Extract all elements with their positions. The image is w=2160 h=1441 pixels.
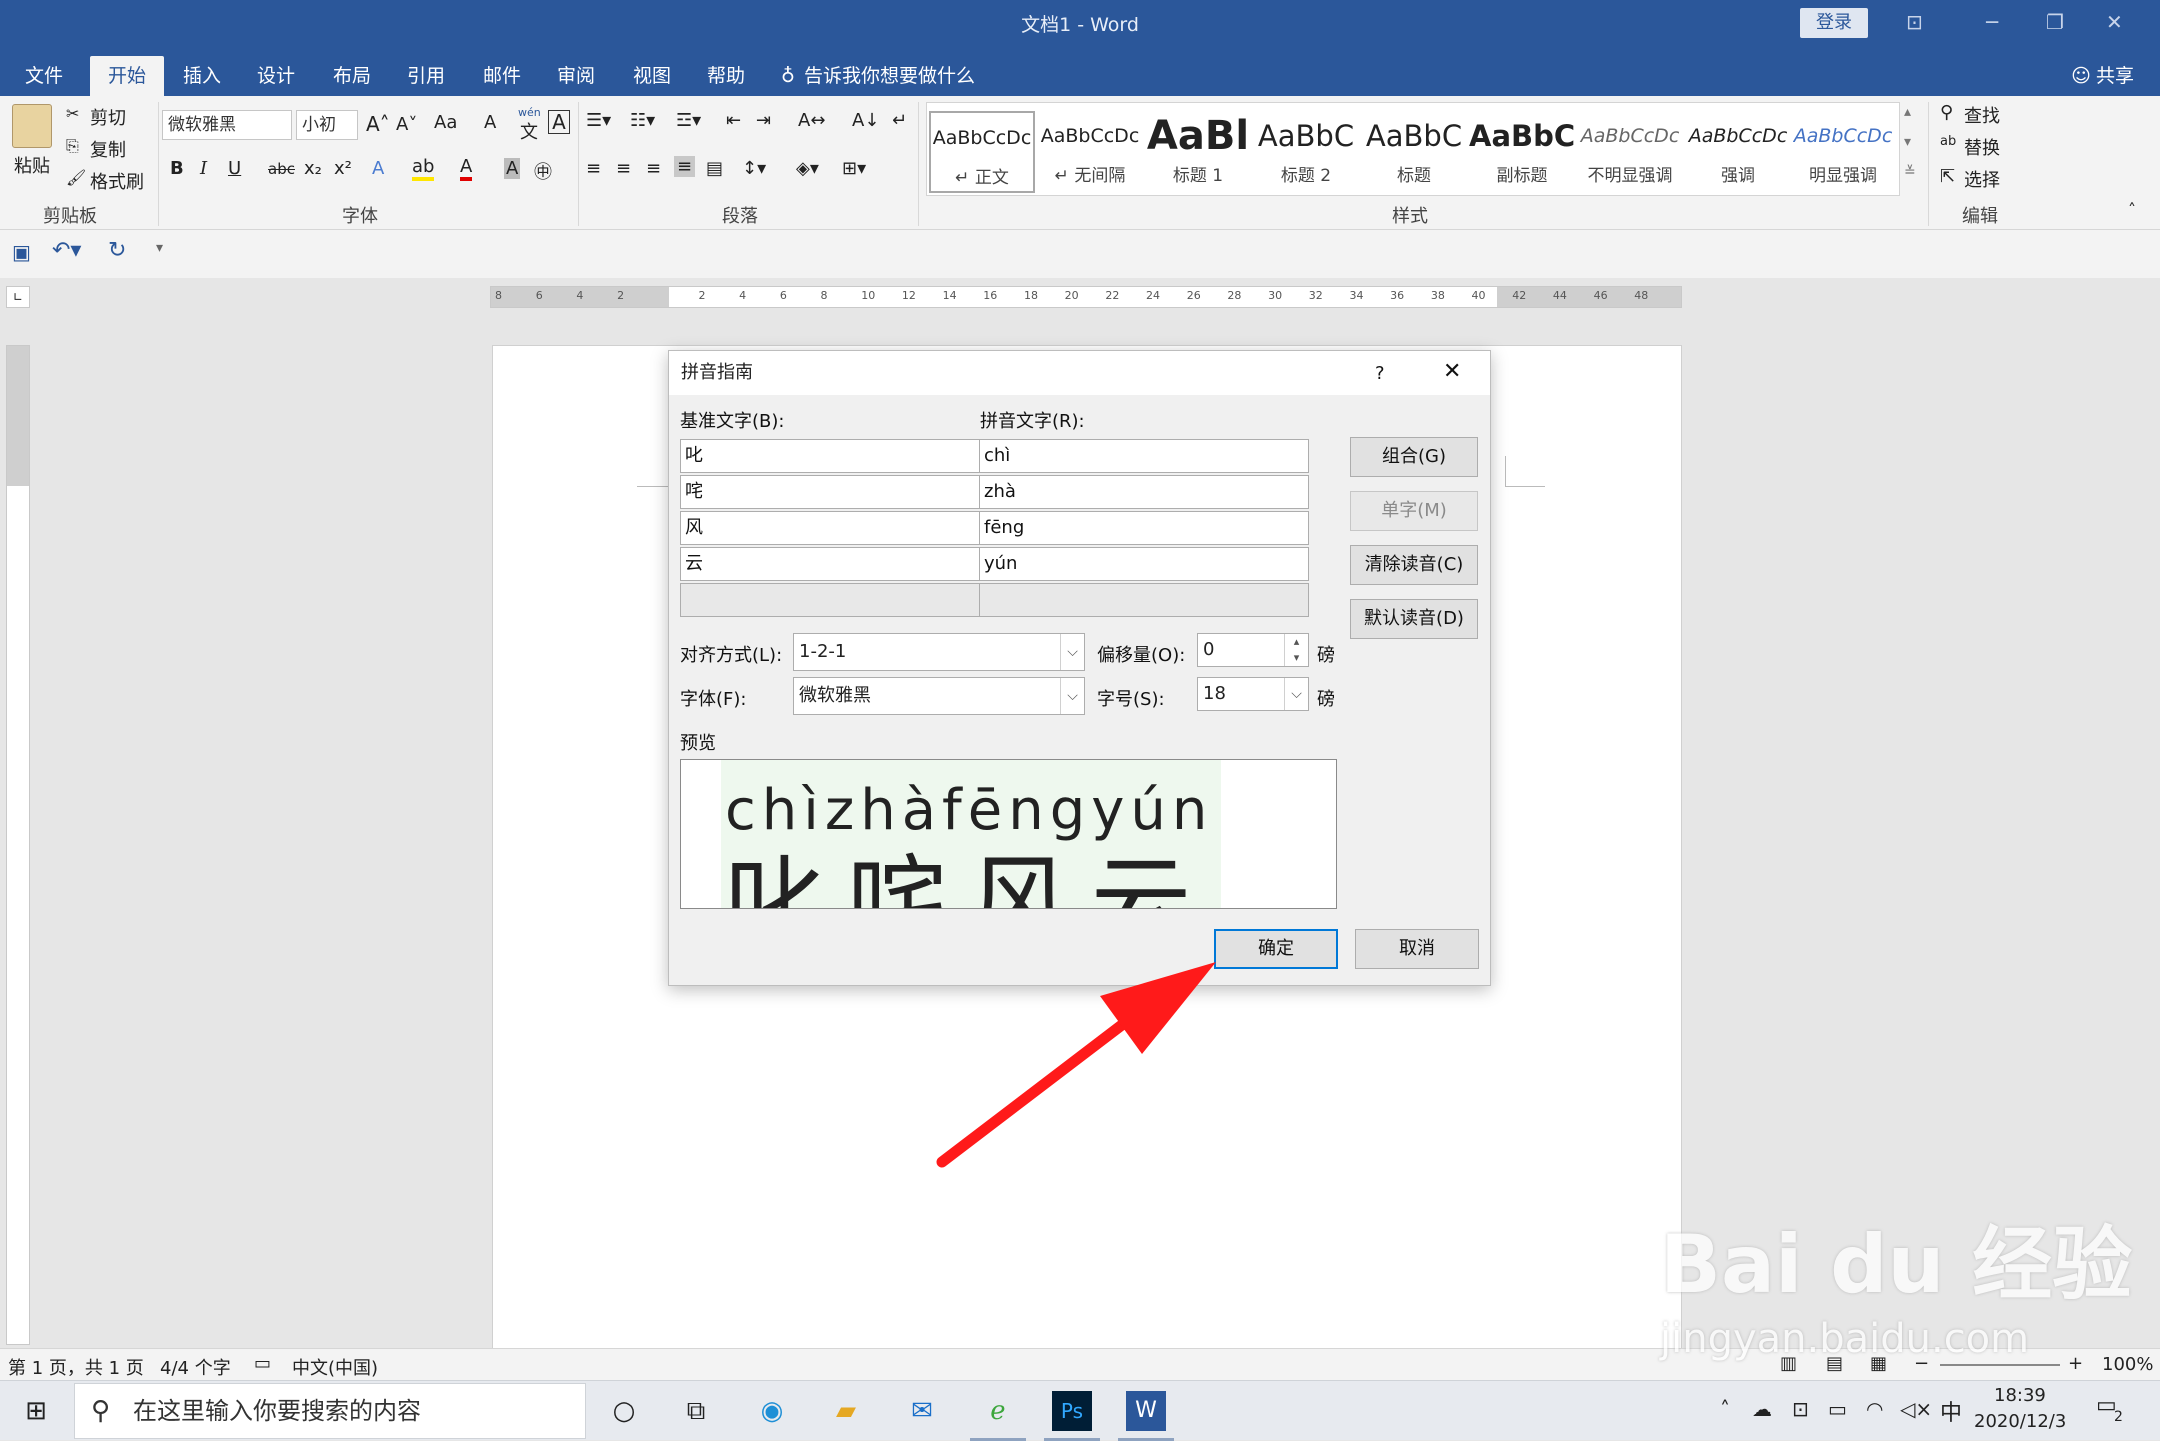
mail-icon[interactable]: ✉ (902, 1391, 942, 1431)
notification-count: 2 (2114, 1409, 2123, 1425)
ie-icon[interactable]: ℯ (970, 1391, 1026, 1441)
page-count[interactable]: 第 1 页，共 1 页 (8, 1354, 144, 1380)
ime-indicator[interactable]: 中 (1940, 1395, 1962, 1427)
windows-start-icon[interactable]: ⊞ (16, 1391, 56, 1431)
photoshop-icon[interactable]: Ps (1044, 1391, 1100, 1441)
cortana-icon[interactable]: ○ (604, 1391, 644, 1431)
baidu-watermark: Bai du 经验 jingyan.baidu.com (1660, 1218, 2133, 1362)
word-count[interactable]: 4/4 个字 (160, 1354, 231, 1380)
taskbar-search-input[interactable]: ⚲ 在这里输入你要搜索的内容 (74, 1383, 586, 1439)
wifi-icon[interactable]: ◠ (1866, 1397, 1883, 1421)
tray-app-icon[interactable]: ⊡ (1792, 1397, 1809, 1421)
clock-time[interactable]: 18:39 (1994, 1385, 2046, 1406)
battery-icon[interactable]: ▭ (1828, 1397, 1847, 1421)
proofing-icon[interactable]: ▭ (254, 1353, 271, 1374)
tray-chevron-icon[interactable]: ˄ (1720, 1397, 1730, 1421)
edge-icon[interactable]: ◉ (752, 1391, 792, 1431)
search-icon: ⚲ (91, 1396, 111, 1426)
zoom-slider[interactable] (1940, 1364, 2060, 1366)
taskbar: ⊞ ⚲ 在这里输入你要搜索的内容 ○ ⧉ ◉ ▰ ✉ ℯ Ps W ˄ ☁ ⊡ … (0, 1380, 2160, 1441)
word-icon[interactable]: W (1118, 1391, 1174, 1441)
clock-date[interactable]: 2020/12/3 (1974, 1411, 2066, 1432)
language-indicator[interactable]: 中文(中国) (292, 1354, 378, 1380)
onedrive-icon[interactable]: ☁ (1752, 1397, 1772, 1421)
volume-icon[interactable]: ◁× (1900, 1397, 1932, 1421)
task-view-icon[interactable]: ⧉ (676, 1391, 716, 1431)
file-explorer-icon[interactable]: ▰ (826, 1391, 866, 1431)
